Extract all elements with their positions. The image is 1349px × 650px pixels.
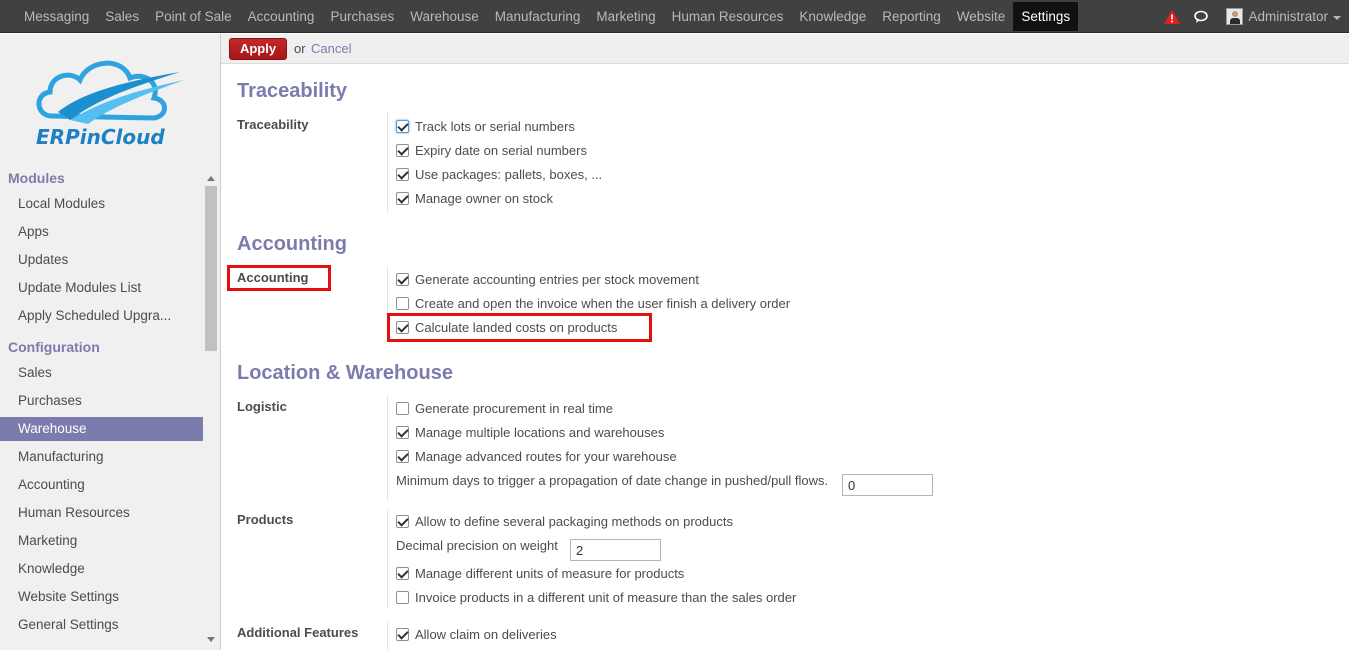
sidebar-item-website-settings[interactable]: Website Settings — [0, 585, 203, 609]
heading-accounting: Accounting — [237, 233, 347, 255]
menu-messaging[interactable]: Messaging — [16, 0, 97, 33]
menu-website[interactable]: Website — [949, 0, 1014, 33]
option-invoice-uom[interactable]: Invoice products in a different unit of … — [396, 588, 796, 606]
checkbox[interactable] — [396, 449, 409, 463]
label-min-days: Minimum days to trigger a propagation of… — [396, 473, 829, 488]
sidebar-item-human-resources[interactable]: Human Resources — [0, 501, 203, 525]
label-products: Products — [237, 512, 294, 527]
option-track-lots[interactable]: Track lots or serial numbers — [396, 117, 575, 135]
option-procurement-real-time[interactable]: Generate procurement in real time — [396, 399, 613, 417]
min-days-input[interactable] — [842, 474, 933, 496]
menu-warehouse[interactable]: Warehouse — [402, 0, 487, 33]
menu-marketing[interactable]: Marketing — [588, 0, 663, 33]
sidebar: ERPinCloud Modules Local Modules Apps Up… — [0, 34, 221, 650]
menu-manufacturing[interactable]: Manufacturing — [487, 0, 589, 33]
modules-heading: Modules — [8, 170, 65, 186]
scroll-up-icon[interactable] — [207, 176, 215, 181]
heading-location-warehouse: Location & Warehouse — [237, 362, 453, 384]
apply-button[interactable]: Apply — [229, 38, 287, 60]
menu-sales[interactable]: Sales — [97, 0, 147, 33]
checkbox[interactable] — [396, 167, 409, 181]
menu-point-of-sale[interactable]: Point of Sale — [147, 0, 240, 33]
user-menu[interactable]: Administrator — [1248, 9, 1328, 24]
or-text: or — [294, 41, 306, 56]
checkbox[interactable] — [396, 566, 409, 580]
option-manage-owner[interactable]: Manage owner on stock — [396, 189, 553, 207]
checkbox[interactable] — [396, 514, 409, 528]
highlight-box — [387, 313, 652, 342]
option-create-invoice-delivery[interactable]: Create and open the invoice when the use… — [396, 294, 790, 312]
option-packaging-methods[interactable]: Allow to define several packaging method… — [396, 512, 733, 530]
menu-purchases[interactable]: Purchases — [322, 0, 402, 33]
divider — [387, 113, 388, 213]
checkbox[interactable] — [396, 296, 409, 310]
label-additional-features: Additional Features — [237, 625, 359, 640]
top-navbar: Messaging Sales Point of Sale Accounting… — [0, 0, 1349, 33]
sidebar-item-update-modules-list[interactable]: Update Modules List — [0, 276, 203, 300]
option-multiple-locations[interactable]: Manage multiple locations and warehouses — [396, 423, 664, 441]
sidebar-item-apply-scheduled-upgrades[interactable]: Apply Scheduled Upgra... — [0, 304, 203, 328]
warning-icon[interactable] — [1164, 9, 1181, 24]
highlight-box — [227, 265, 331, 291]
sidebar-item-marketing[interactable]: Marketing — [0, 529, 203, 553]
checkbox[interactable] — [396, 119, 409, 133]
scroll-down-icon[interactable] — [207, 637, 215, 642]
divider — [387, 396, 388, 500]
sidebar-item-purchases[interactable]: Purchases — [0, 389, 203, 413]
chevron-down-icon[interactable] — [1333, 16, 1341, 20]
user-area: Administrator — [1164, 0, 1341, 33]
sidebar-item-knowledge[interactable]: Knowledge — [0, 557, 203, 581]
label-traceability: Traceability — [237, 117, 309, 132]
menu-accounting[interactable]: Accounting — [240, 0, 323, 33]
sidebar-item-warehouse[interactable]: Warehouse — [0, 417, 203, 441]
option-claim-deliveries[interactable]: Allow claim on deliveries — [396, 625, 557, 643]
configuration-heading: Configuration — [8, 339, 100, 355]
divider — [387, 509, 388, 609]
option-use-packages[interactable]: Use packages: pallets, boxes, ... — [396, 165, 602, 183]
svg-text:ERPinCloud: ERPinCloud — [36, 125, 165, 149]
sidebar-item-sales[interactable]: Sales — [0, 361, 203, 385]
divider — [387, 621, 388, 650]
action-bar: Apply or Cancel — [221, 34, 1349, 64]
heading-traceability: Traceability — [237, 80, 348, 102]
label-logistic: Logistic — [237, 399, 287, 414]
option-generate-accounting-entries[interactable]: Generate accounting entries per stock mo… — [396, 270, 699, 288]
checkbox[interactable] — [396, 590, 409, 604]
checkbox[interactable] — [396, 425, 409, 439]
chat-icon[interactable] — [1194, 10, 1210, 24]
option-advanced-routes[interactable]: Manage advanced routes for your warehous… — [396, 447, 677, 465]
menu-settings[interactable]: Settings — [1013, 2, 1079, 31]
sidebar-item-manufacturing[interactable]: Manufacturing — [0, 445, 203, 469]
cancel-link[interactable]: Cancel — [311, 41, 351, 56]
sidebar-item-apps[interactable]: Apps — [0, 220, 203, 244]
decimal-precision-input[interactable] — [570, 539, 661, 561]
checkbox[interactable] — [396, 143, 409, 157]
option-units-of-measure[interactable]: Manage different units of measure for pr… — [396, 564, 684, 582]
sidebar-item-accounting[interactable]: Accounting — [0, 473, 203, 497]
sidebar-item-local-modules[interactable]: Local Modules — [0, 192, 203, 216]
checkbox[interactable] — [396, 191, 409, 205]
menu-reporting[interactable]: Reporting — [874, 0, 949, 33]
menu-knowledge[interactable]: Knowledge — [791, 0, 874, 33]
option-expiry-date[interactable]: Expiry date on serial numbers — [396, 141, 587, 159]
label-decimal-precision: Decimal precision on weight — [396, 538, 558, 553]
checkbox[interactable] — [396, 401, 409, 415]
sidebar-item-general-settings[interactable]: General Settings — [0, 613, 203, 637]
main-menu: Messaging Sales Point of Sale Accounting… — [16, 0, 1079, 33]
menu-human-resources[interactable]: Human Resources — [664, 0, 792, 33]
checkbox[interactable] — [396, 627, 409, 641]
avatar[interactable] — [1226, 8, 1244, 25]
sidebar-item-updates[interactable]: Updates — [0, 248, 203, 272]
checkbox[interactable] — [396, 272, 409, 286]
scrollbar-thumb[interactable] — [205, 186, 217, 351]
erpincloud-logo[interactable]: ERPinCloud — [30, 54, 190, 150]
